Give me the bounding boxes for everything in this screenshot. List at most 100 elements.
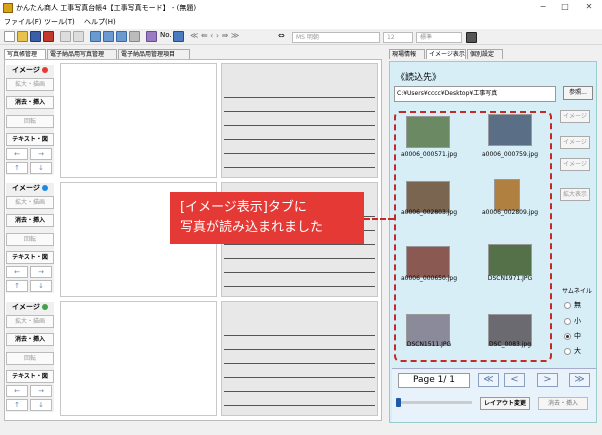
image-slot-1-button[interactable]: イメージ — [560, 110, 590, 123]
font-style-select[interactable]: 標準 — [416, 32, 462, 43]
move-down-arrow[interactable]: ↓ — [30, 280, 52, 292]
copy-icon[interactable] — [60, 31, 71, 42]
zoom-slider-handle[interactable] — [396, 398, 401, 407]
zoom-draw-button[interactable]: 拡大・描画 — [6, 78, 54, 91]
tab-image-view[interactable]: イメージ表示 — [426, 49, 466, 59]
move-right-arrow[interactable]: → — [30, 385, 52, 397]
app-icon — [3, 3, 13, 13]
erase-insert-button[interactable]: 消去・挿入 — [6, 214, 54, 227]
photo-filename: a0006_000650.jpg — [400, 275, 458, 282]
erase-insert-button[interactable]: 消去・挿入 — [6, 96, 54, 109]
layout-change-button[interactable]: レイアウト変更 — [480, 397, 530, 410]
move-left-arrow[interactable]: ← — [6, 266, 28, 278]
photo-thumbnail[interactable] — [494, 179, 520, 211]
text-figure-button[interactable]: テキスト・図 — [6, 251, 54, 264]
page-indicator: Page 1/ 1 — [398, 373, 470, 388]
folder-path-field[interactable]: C:¥Users¥cccc¥Desktop¥工事写真 — [394, 86, 556, 102]
next-page-button[interactable]: > — [537, 373, 558, 387]
move-down-arrow[interactable]: ↓ — [30, 399, 52, 411]
callout-line-1: [イメージ表示]タブに — [180, 200, 307, 215]
slot-label: イメージ — [12, 65, 48, 75]
move-down-arrow[interactable]: ↓ — [30, 162, 52, 174]
rotate-button[interactable]: 回転 — [6, 352, 54, 365]
rotate-button[interactable]: 回転 — [6, 233, 54, 246]
title-bar: かんたん商人 工事写真台帳4【工事写真モード】 - (無題) − □ ✕ — [0, 0, 602, 16]
move-up-arrow[interactable]: ↑ — [6, 399, 28, 411]
slot-label: イメージ — [12, 183, 48, 193]
save-icon[interactable] — [30, 31, 41, 42]
enlarge-view-button[interactable]: 拡大表示 — [560, 188, 590, 201]
window-title: かんたん商人 工事写真台帳4【工事写真モード】 - (無題) — [16, 4, 197, 12]
photo-memo-area[interactable] — [221, 301, 378, 416]
browse-button[interactable]: 参照... — [563, 86, 593, 100]
zoom-draw-button[interactable]: 拡大・描画 — [6, 196, 54, 209]
photo-filename: DSCN1511.JPG — [406, 341, 452, 348]
move-left-arrow[interactable]: ← — [6, 148, 28, 160]
move-right-arrow[interactable]: → — [30, 148, 52, 160]
callout-line-2: 写真が読み込まれました — [180, 220, 324, 235]
print-icon[interactable] — [43, 31, 54, 42]
move-up-arrow[interactable]: ↑ — [6, 280, 28, 292]
thumb-size-large-radio[interactable]: 大 — [564, 346, 581, 356]
font-name-select[interactable]: MS 明朝 — [292, 32, 380, 43]
photo-thumbnail[interactable] — [488, 114, 532, 146]
photo-slot-controls: イメージ 拡大・描画 消去・挿入 回転 テキスト・図 ← → ↑ ↓ — [6, 302, 54, 412]
image-tool-icon[interactable] — [90, 31, 101, 42]
image-tool-icon[interactable] — [116, 31, 127, 42]
photo-slot-image[interactable] — [60, 301, 217, 416]
slot-dot-icon — [41, 185, 48, 191]
erase-insert-button[interactable]: 消去・挿入 — [6, 333, 54, 346]
new-file-icon[interactable] — [4, 31, 15, 42]
menu-bar: ファイル(F) ツール(T) ヘルプ(H) — [0, 16, 602, 29]
tab-e-delivery-photo[interactable]: 電子納品用写真管理 — [47, 49, 117, 59]
menu-tools[interactable]: ツール(T) — [44, 17, 75, 27]
zoom-draw-button[interactable]: 拡大・描画 — [6, 315, 54, 328]
thumb-size-medium-radio[interactable]: 中 — [564, 331, 581, 341]
close-button[interactable]: ✕ — [582, 2, 596, 14]
photo-filename: DSC_0083.jpg — [488, 341, 532, 348]
text-figure-button[interactable]: テキスト・図 — [6, 133, 54, 146]
photo-slot-image[interactable] — [60, 63, 217, 178]
print-preview-icon[interactable] — [129, 31, 140, 42]
photo-slot-controls: イメージ 拡大・描画 消去・挿入 回転 テキスト・図 ← → ↑ ↓ — [6, 183, 54, 293]
toolbar-nav-icons[interactable]: ≪ ⇚ ‹ › ⇛ ≫ — [190, 31, 239, 40]
thumb-size-small-radio[interactable]: 小 — [564, 316, 581, 326]
erase-insert-panel-button[interactable]: 消去・挿入 — [538, 397, 588, 410]
image-view-panel: 《読込先》 C:¥Users¥cccc¥Desktop¥工事写真 参照... a… — [389, 61, 597, 423]
thumb-size-none-radio[interactable]: 無 — [564, 300, 581, 310]
image-slot-3-button[interactable]: イメージ — [560, 158, 590, 171]
image-tool-icon[interactable] — [103, 31, 114, 42]
first-page-button[interactable]: ≪ — [478, 373, 499, 387]
tab-individual-settings[interactable]: 個別設定 — [467, 49, 503, 59]
minimize-button[interactable]: − — [536, 2, 550, 14]
swap-icon[interactable]: ⇔ — [278, 31, 285, 40]
image-slot-2-button[interactable]: イメージ — [560, 136, 590, 149]
pen-icon[interactable] — [146, 31, 157, 42]
photo-thumbnail[interactable] — [406, 116, 450, 148]
photo-thumbnail[interactable] — [488, 244, 532, 276]
font-size-select[interactable]: 12 — [383, 32, 413, 43]
last-page-button[interactable]: ≫ — [569, 373, 590, 387]
maximize-button[interactable]: □ — [558, 2, 572, 14]
zoom-slider-track[interactable] — [396, 401, 472, 404]
move-left-arrow[interactable]: ← — [6, 385, 28, 397]
color-swatch[interactable] — [466, 32, 477, 43]
text-figure-button[interactable]: テキスト・図 — [6, 370, 54, 383]
move-up-arrow[interactable]: ↑ — [6, 162, 28, 174]
rotate-button[interactable]: 回転 — [6, 115, 54, 128]
tab-photo-album[interactable]: 写真帳管理 — [4, 49, 46, 59]
paste-icon[interactable] — [73, 31, 84, 42]
photo-thumbnail[interactable] — [406, 246, 450, 278]
menu-file[interactable]: ファイル(F) — [4, 17, 42, 27]
move-right-arrow[interactable]: → — [30, 266, 52, 278]
callout-connector — [364, 218, 394, 220]
number-label[interactable]: No. — [160, 31, 172, 39]
menu-help[interactable]: ヘルプ(H) — [84, 17, 116, 27]
tab-site-info[interactable]: 現場情報 — [389, 49, 425, 59]
callout-box: [イメージ表示]タブに 写真が読み込まれました — [170, 192, 364, 244]
tab-e-delivery-items[interactable]: 電子納品用管理項目 — [118, 49, 190, 59]
open-folder-icon[interactable] — [17, 31, 28, 42]
layout-icon[interactable] — [173, 31, 184, 42]
photo-memo-area[interactable] — [221, 63, 378, 178]
prev-page-button[interactable]: < — [504, 373, 525, 387]
